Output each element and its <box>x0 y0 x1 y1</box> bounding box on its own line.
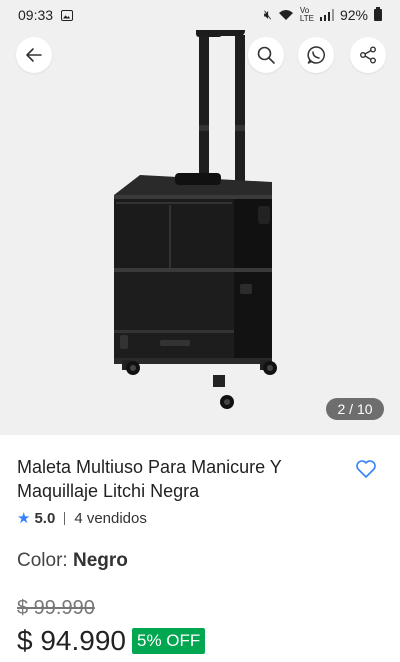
product-title: Maleta Multiuso Para Manicure Y Maquilla… <box>17 457 282 501</box>
status-bar: 09:33 🔇︎ Vo LTE 92% <box>0 0 400 30</box>
discount-badge: 5% OFF <box>132 628 206 654</box>
signal-icon <box>319 9 334 21</box>
rating-separator <box>64 511 66 525</box>
product-image <box>114 30 277 409</box>
heart-icon <box>356 460 376 478</box>
color-value: Negro <box>72 550 128 571</box>
whatsapp-button[interactable] <box>298 37 334 73</box>
sold-count: 4 vendidos <box>74 509 147 527</box>
image-counter: 2 / 10 <box>326 398 384 420</box>
current-price: $ 94.990 <box>17 625 126 656</box>
share-icon <box>360 46 376 64</box>
original-price: $ 99.990 <box>17 597 95 619</box>
rating-row[interactable]: ★ 5.0 4 vendidos <box>17 509 147 528</box>
wifi-icon <box>278 10 293 20</box>
product-gallery[interactable]: 2 / 10 <box>0 30 400 435</box>
price-row: $ 94.990 5% OFF <box>17 625 206 657</box>
image-icon <box>61 9 74 21</box>
favorite-button[interactable] <box>352 455 380 483</box>
battery-level: 92% <box>339 7 368 23</box>
battery-icon <box>374 7 382 21</box>
color-label: Color: <box>17 550 68 571</box>
rating-value: 5.0 <box>34 509 56 527</box>
whatsapp-icon <box>307 46 325 64</box>
color-selector[interactable]: Color: Negro <box>17 550 128 572</box>
status-time: 09:33 <box>18 7 54 23</box>
back-button[interactable] <box>16 37 52 73</box>
share-button[interactable] <box>350 37 386 73</box>
arrow-left-icon <box>26 48 42 62</box>
star-icon: ★ <box>17 510 31 527</box>
product-details: Maleta Multiuso Para Manicure Y Maquilla… <box>0 435 400 662</box>
volte-icon: Vo LTE <box>299 6 314 23</box>
mute-icon: 🔇︎ <box>263 7 272 22</box>
